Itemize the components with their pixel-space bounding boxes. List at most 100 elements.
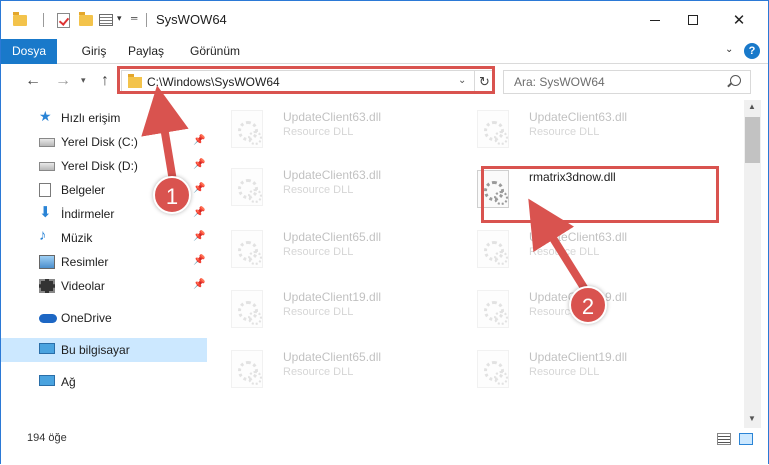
pin-icon[interactable]: 📌 xyxy=(193,207,205,218)
tab-file[interactable]: Dosya xyxy=(1,39,57,64)
onedrive-icon xyxy=(39,314,57,323)
documents-icon xyxy=(39,183,51,197)
toolbar-separator xyxy=(146,13,147,27)
file-item[interactable]: UpdateClient63.dll Resource DLL xyxy=(455,222,685,276)
pictures-icon xyxy=(39,255,55,269)
search-input[interactable]: Ara: SysWOW64 xyxy=(514,75,605,89)
sidebar-item-label: Belgeler xyxy=(61,183,106,197)
navigation-pane: ★ Hızlı erişim Yerel Disk (C:) 📌 Yerel D… xyxy=(1,100,209,430)
drive-icon xyxy=(39,162,55,171)
computer-icon xyxy=(39,343,55,354)
pin-icon[interactable]: 📌 xyxy=(193,255,205,266)
file-name: UpdateClient65.dll xyxy=(283,230,382,244)
view-properties-icon[interactable] xyxy=(99,14,113,26)
file-item[interactable]: UpdateClient19.dll Resource DLL xyxy=(209,282,439,336)
sidebar-item-label: İndirmeler xyxy=(61,207,115,221)
tab-home[interactable]: Giriş xyxy=(74,39,114,64)
close-button[interactable]: ✕ xyxy=(716,1,762,39)
file-type: Resource DLL xyxy=(529,366,600,378)
videos-icon xyxy=(39,279,55,293)
file-list: UpdateClient63.dll Resource DLL UpdateCl… xyxy=(209,100,744,416)
refresh-icon[interactable]: ↻ xyxy=(474,71,494,93)
address-bar[interactable]: C:\Windows\SysWOW64 ⌄ ↻ xyxy=(121,70,495,94)
dll-file-icon xyxy=(477,170,509,208)
dll-file-icon xyxy=(231,350,263,388)
properties-check-icon[interactable] xyxy=(57,13,70,28)
file-item[interactable]: UpdateClient63.dll Resource DLL xyxy=(209,102,439,156)
sidebar-item-videos[interactable]: Videolar 📌 xyxy=(1,274,207,298)
customize-toolbar-icon[interactable]: ═ xyxy=(131,13,137,23)
tab-view[interactable]: Görünüm xyxy=(182,39,248,64)
file-name: UpdateClient63.dll xyxy=(283,168,382,182)
sidebar-item-label: Ağ xyxy=(61,375,76,389)
download-icon: ⬇ xyxy=(39,204,52,221)
large-icons-view-icon[interactable] xyxy=(739,433,753,445)
dll-file-icon xyxy=(231,168,263,206)
pin-icon[interactable]: 📌 xyxy=(193,279,205,290)
file-item[interactable]: UpdateClient63.dll Resource DLL xyxy=(209,160,439,214)
tab-share[interactable]: Paylaş xyxy=(120,39,172,64)
sidebar-item-quick-access[interactable]: ★ Hızlı erişim xyxy=(1,106,207,130)
forward-arrow-icon[interactable]: → xyxy=(55,72,71,90)
file-name: rmatrix3dnow.dll xyxy=(529,170,616,184)
scroll-thumb[interactable] xyxy=(745,117,760,163)
sidebar-item-network[interactable]: Ağ xyxy=(1,370,207,394)
title-bar: ▾ ═ SysWOW64 ✕ xyxy=(1,1,768,39)
star-icon: ★ xyxy=(39,108,52,124)
file-item[interactable]: UpdateClient65.dll Resource DLL xyxy=(209,222,439,276)
minimize-icon xyxy=(650,19,660,21)
address-path[interactable]: C:\Windows\SysWOW64 xyxy=(147,75,280,89)
item-count: 194 öğe xyxy=(27,432,67,444)
pin-icon[interactable]: 📌 xyxy=(193,135,205,146)
up-arrow-icon[interactable]: ↑ xyxy=(101,72,109,90)
dll-file-icon xyxy=(231,230,263,268)
file-type: Resource DLL xyxy=(283,126,354,138)
scroll-up-icon[interactable]: ▲ xyxy=(748,102,756,111)
file-item[interactable]: UpdateClient65.dll Resource DLL xyxy=(209,342,439,396)
chevron-down-icon[interactable]: ▾ xyxy=(117,13,122,24)
maximize-button[interactable] xyxy=(670,1,716,39)
new-folder-icon[interactable] xyxy=(79,12,93,26)
pin-icon[interactable]: 📌 xyxy=(193,183,205,194)
sidebar-item-this-pc[interactable]: Bu bilgisayar xyxy=(1,338,207,362)
search-box[interactable]: Ara: SysWOW64 xyxy=(503,70,751,94)
vertical-scrollbar[interactable]: ▲ ▼ xyxy=(744,100,761,428)
help-icon[interactable]: ? xyxy=(744,43,760,59)
dll-file-icon xyxy=(231,290,263,328)
file-name: UpdateClient63.dll xyxy=(283,110,382,124)
folder-icon xyxy=(128,74,142,88)
details-view-icon[interactable] xyxy=(717,433,731,445)
back-arrow-icon[interactable]: ← xyxy=(25,72,41,90)
sidebar-item-disk-d[interactable]: Yerel Disk (D:) 📌 xyxy=(1,154,207,178)
sidebar-item-onedrive[interactable]: OneDrive xyxy=(1,306,207,330)
sidebar-item-label: Videolar xyxy=(61,279,105,293)
file-type: Resource DLL xyxy=(529,246,600,258)
file-item[interactable]: UpdateClient19.dll Resource DLL xyxy=(455,342,685,396)
sidebar-item-label: Resimler xyxy=(61,255,109,269)
search-icon[interactable] xyxy=(730,75,741,86)
file-name: UpdateClient65.dll xyxy=(283,350,382,364)
maximize-icon xyxy=(688,15,698,25)
file-item-rmatrix3dnow[interactable]: rmatrix3dnow.dll xyxy=(455,162,685,216)
chevron-down-icon[interactable]: ⌄ xyxy=(458,75,466,86)
sidebar-item-disk-c[interactable]: Yerel Disk (C:) 📌 xyxy=(1,130,207,154)
sidebar-item-label: Yerel Disk (C:) xyxy=(61,135,138,149)
pin-icon[interactable]: 📌 xyxy=(193,159,205,170)
recent-locations-icon[interactable]: ▾ xyxy=(81,75,86,86)
file-type: Resource DLL xyxy=(283,246,354,258)
file-type: Resource DLL xyxy=(283,306,354,318)
sidebar-item-pictures[interactable]: Resimler 📌 xyxy=(1,250,207,274)
chevron-down-icon[interactable]: ⌄ xyxy=(725,44,733,55)
scroll-down-icon[interactable]: ▼ xyxy=(748,414,756,423)
ribbon-tabs: Dosya Giriş Paylaş Görünüm ⌄ ? xyxy=(1,39,768,64)
explorer-window: ▾ ═ SysWOW64 ✕ Dosya Giriş Paylaş Görünü… xyxy=(0,0,769,464)
network-icon xyxy=(39,375,55,386)
dll-file-icon xyxy=(231,110,263,148)
pin-icon[interactable]: 📌 xyxy=(193,231,205,242)
step-badge-2: 2 xyxy=(569,286,607,324)
sidebar-item-music[interactable]: ♪ Müzik 📌 xyxy=(1,226,207,250)
drive-icon xyxy=(39,138,55,147)
file-item[interactable]: UpdateClient63.dll Resource DLL xyxy=(455,102,685,156)
sidebar-item-label: OneDrive xyxy=(61,311,112,325)
dll-file-icon xyxy=(477,110,509,148)
